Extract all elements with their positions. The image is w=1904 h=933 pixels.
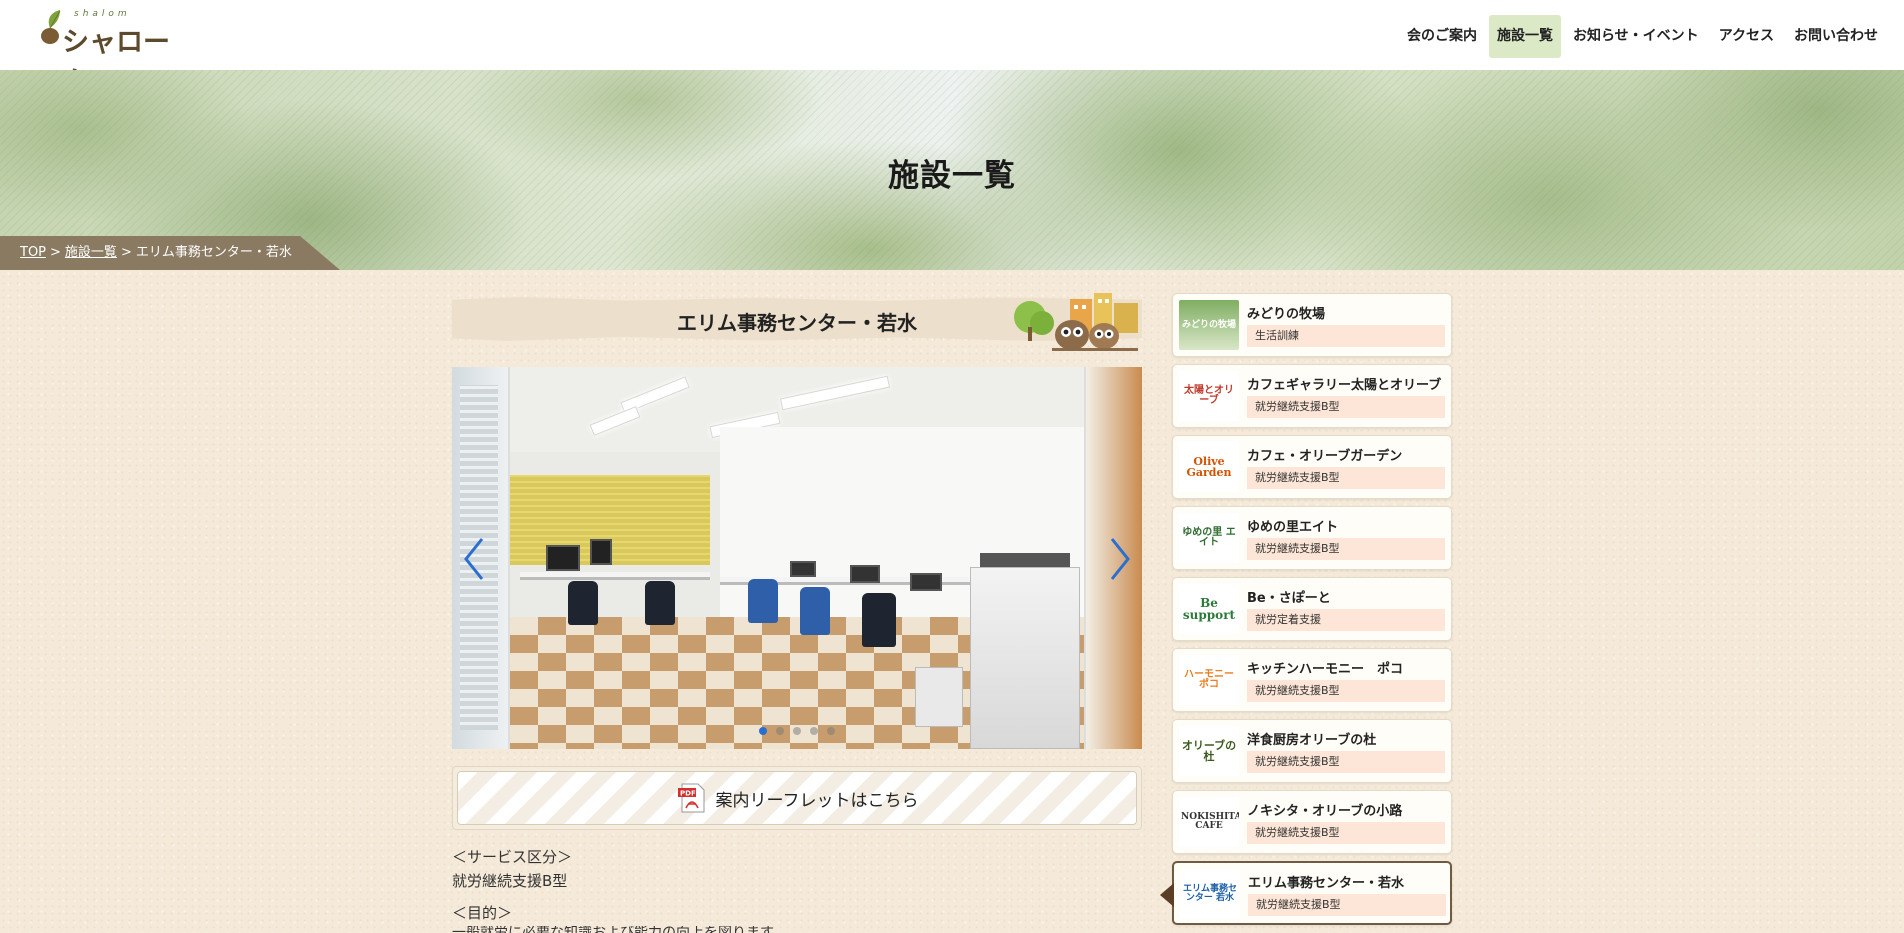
facility-card-taiyo-olive[interactable]: 太陽とオリーブ カフェギャラリー太陽とオリーブ 就労継続支援B型 [1172, 364, 1452, 428]
facility-type-badge: 就労継続支援B型 [1247, 396, 1445, 418]
facility-card-olive-mori[interactable]: オリーブの杜 洋食厨房オリーブの杜 就労継続支援B型 [1172, 719, 1452, 783]
slider-dot[interactable] [776, 727, 784, 735]
purpose-value: 一般就労に必要な知識および能力の向上を図ります。 [452, 926, 787, 933]
owl-town-illustration-icon [1014, 293, 1138, 351]
svg-text:PDF: PDF [680, 790, 696, 798]
breadcrumb-top-link[interactable]: TOP [20, 245, 46, 260]
breadcrumb: TOP > 施設一覧 > エリム事務センター・若水 [0, 236, 340, 270]
nav-about[interactable]: 会のご案内 [1399, 15, 1485, 58]
facility-name: カフェギャラリー太陽とオリーブ [1247, 378, 1442, 393]
slider-pagination [452, 727, 1142, 735]
facility-type-badge: 就労継続支援B型 [1247, 751, 1445, 773]
facility-card-midori[interactable]: みどりの牧場 みどりの牧場 生活訓練 [1172, 293, 1452, 357]
facility-name: 洋食厨房オリーブの杜 [1247, 733, 1377, 748]
nav-contact[interactable]: お問い合わせ [1786, 15, 1886, 58]
slider-dot[interactable] [810, 727, 818, 735]
be-support-logo: Be support [1179, 584, 1239, 634]
facility-name: カフェ・オリーブガーデン [1247, 449, 1403, 464]
nav-news-events[interactable]: お知らせ・イベント [1565, 15, 1707, 58]
facility-card-nokishita[interactable]: NOKISHITA CAFE ノキシタ・オリーブの小路 就労継続支援B型 [1172, 790, 1452, 854]
pdf-icon: PDF [677, 783, 704, 813]
elim-wakamizu-logo: エリム事務センター 若水 [1180, 869, 1240, 919]
slide-office-photo [510, 367, 1084, 749]
facility-type-badge: 生活訓練 [1247, 325, 1445, 347]
leaflet-download-button[interactable]: PDF 案内リーフレットはこちら [457, 771, 1137, 825]
service-category-heading: ＜サービス区分＞ [452, 848, 573, 866]
facility-card-yumenosato[interactable]: ゆめの里 エイト ゆめの里エイト 就労継続支援B型 [1172, 506, 1452, 570]
slider-dot[interactable] [827, 727, 835, 735]
facility-card-olive-garden[interactable]: Olive Garden カフェ・オリーブガーデン 就労継続支援B型 [1172, 435, 1452, 499]
nav-access[interactable]: アクセス [1711, 15, 1782, 58]
facility-type-badge: 就労継続支援B型 [1248, 894, 1446, 916]
facility-card-elim-wakamizu[interactable]: エリム事務センター 若水 エリム事務センター・若水 就労継続支援B型 [1160, 861, 1452, 925]
harmony-poco-logo: ハーモニーポコ [1179, 655, 1239, 705]
facility-card-be-support[interactable]: Be support Be・さぽーと 就労定着支援 [1172, 577, 1452, 641]
leaflet-label: 案内リーフレットはこちら [715, 790, 919, 811]
facility-card-harmony-poco[interactable]: ハーモニーポコ キッチンハーモニー ポコ 就労継続支援B型 [1172, 648, 1452, 712]
nokishita-logo: NOKISHITA CAFE [1179, 797, 1239, 847]
slider-prev-arrow-icon[interactable] [460, 535, 488, 583]
slider-dot[interactable] [759, 727, 767, 735]
photo-slider[interactable] [452, 367, 1142, 749]
site-logo[interactable]: shalom シャロームの会 [38, 8, 178, 97]
facility-name: エリム事務センター・若水 [1248, 876, 1405, 891]
facility-type-badge: 就労継続支援B型 [1247, 822, 1445, 844]
facility-name: ノキシタ・オリーブの小路 [1247, 804, 1403, 819]
facility-type-badge: 就労継続支援B型 [1247, 680, 1445, 702]
slider-next-arrow-icon[interactable] [1106, 535, 1134, 583]
olive-garden-logo: Olive Garden [1179, 442, 1239, 492]
midori-logo: みどりの牧場 [1179, 300, 1239, 350]
slider-dot[interactable] [793, 727, 801, 735]
facility-name: キッチンハーモニー ポコ [1247, 662, 1404, 677]
facility-heading: エリム事務センター・若水 [452, 293, 1142, 351]
facility-name: Be・さぽーと [1247, 591, 1331, 606]
breadcrumb-separator: > [120, 245, 132, 260]
logo-tagline: shalom [74, 9, 131, 19]
taiyo-olive-logo: 太陽とオリーブ [1179, 371, 1239, 421]
site-header: shalom シャロームの会 会のご案内 施設一覧 お知らせ・イベント アクセス… [0, 0, 1904, 97]
facility-name: ゆめの里エイト [1247, 520, 1339, 535]
breadcrumb-facilities-link[interactable]: 施設一覧 [65, 245, 117, 260]
yumenosato-logo: ゆめの里 エイト [1179, 513, 1239, 563]
current-pointer-icon [1160, 883, 1174, 907]
breadcrumb-separator: > [50, 245, 61, 260]
nav-facilities[interactable]: 施設一覧 [1488, 15, 1561, 58]
facility-type-badge: 就労継続支援B型 [1247, 467, 1445, 489]
purpose-heading: ＜目的＞ [452, 904, 513, 922]
leaflet-box: PDF 案内リーフレットはこちら [452, 766, 1142, 830]
service-category-value: 就労継続支援B型 [452, 872, 568, 890]
breadcrumb-current: エリム事務センター・若水 [135, 245, 292, 260]
facility-type-badge: 就労継続支援B型 [1247, 538, 1445, 560]
main-nav: 会のご案内 施設一覧 お知らせ・イベント アクセス お問い合わせ [1399, 15, 1886, 58]
facility-name: みどりの牧場 [1247, 307, 1326, 322]
olive-mori-logo: オリーブの杜 [1179, 726, 1239, 776]
page-title: 施設一覧 [888, 158, 1016, 194]
facility-type-badge: 就労定着支援 [1247, 609, 1445, 631]
